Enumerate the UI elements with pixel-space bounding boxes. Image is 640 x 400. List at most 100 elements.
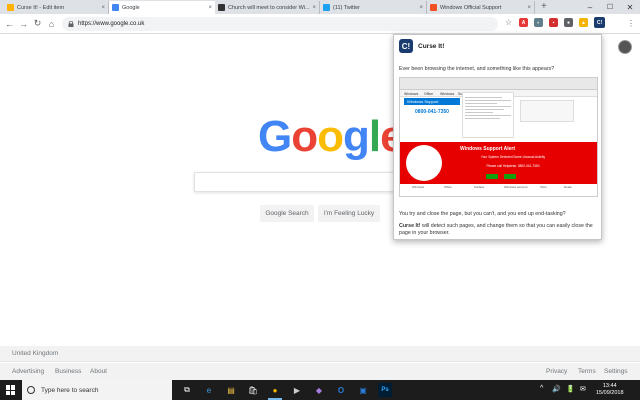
media-player-icon[interactable]: ▶: [290, 383, 304, 397]
footer-link-settings[interactable]: Settings: [604, 368, 628, 375]
example-green-button: [504, 174, 516, 179]
tab-twitter[interactable]: (11) Twitter ×: [320, 1, 427, 14]
tab-close-icon[interactable]: ×: [101, 5, 105, 11]
chrome-menu-icon[interactable]: ⋮: [627, 18, 635, 29]
extension-drive-icon[interactable]: ▲: [579, 18, 588, 27]
minimize-button[interactable]: –: [580, 0, 600, 14]
file-explorer-icon[interactable]: ▤: [224, 383, 238, 397]
feeling-lucky-button[interactable]: I'm Feeling Lucky: [318, 205, 380, 222]
example-alert-title: Windows Support Alert: [460, 146, 516, 152]
maximize-button[interactable]: ☐: [600, 0, 620, 14]
tab-favicon: [218, 4, 225, 11]
popup-paragraph-1: You try and close the page, but you can'…: [399, 211, 566, 217]
example-footer-item: Office: [444, 185, 452, 189]
taskbar-search-placeholder: Type here to search: [41, 386, 99, 394]
popup-brand-name: Curse It!: [399, 223, 421, 229]
logo-letter: l: [368, 112, 381, 161]
outlook-icon[interactable]: O: [334, 383, 348, 397]
address-bar[interactable]: https://www.google.co.uk: [62, 17, 498, 31]
task-view-icon[interactable]: ⧉: [180, 383, 194, 397]
taskbar-search-box[interactable]: Type here to search: [22, 380, 172, 400]
notification-icon[interactable]: ✉: [580, 385, 586, 393]
extension-dark-icon[interactable]: ●: [564, 18, 573, 27]
tab-close-icon[interactable]: ×: [208, 5, 212, 11]
tray-overflow-icon[interactable]: ^: [540, 385, 543, 392]
tab-favicon: [430, 4, 437, 11]
extension-circle-icon[interactable]: ◐: [534, 18, 543, 27]
google-logo: Google: [258, 112, 405, 161]
clock-time: 13:44: [602, 383, 617, 389]
extension-red-icon[interactable]: ▪: [549, 18, 558, 27]
footer-link-advertising[interactable]: Advertising: [12, 368, 44, 375]
example-footer-item: Windows account: [504, 185, 528, 189]
tab-close-icon[interactable]: ×: [419, 5, 423, 11]
popup-intro-text: Ever been browsing the internet, and som…: [399, 66, 555, 72]
chrome-taskbar-icon[interactable]: ●: [268, 383, 282, 400]
logo-letter: G: [258, 112, 292, 161]
footer-link-terms[interactable]: Terms: [578, 368, 596, 375]
footer-links: Advertising Business About Privacy Terms…: [0, 363, 640, 380]
country-label: United Kingdom: [12, 350, 59, 357]
popup-paragraph-2-text: will detect such pages, and change them …: [399, 223, 593, 236]
logo-letter: g: [343, 112, 370, 161]
example-footer-item: Xbox: [540, 185, 547, 189]
visual-studio-icon[interactable]: ◆: [312, 383, 326, 397]
example-footer: Windows Office Surface Windows account X…: [400, 184, 597, 190]
url-text: https://www.google.co.uk: [78, 21, 145, 27]
example-alert-sub1: Your System Detected Some Unusual Activi…: [480, 155, 546, 159]
windows-taskbar: Type here to search ⧉ e ▤ 🛍 ● ▶ ◆ O ▣ Ps…: [0, 380, 640, 400]
logo-letter: o: [317, 112, 344, 161]
footer-link-about[interactable]: About: [90, 368, 107, 375]
example-alert-banner: Windows Support Alert Your System Detect…: [400, 142, 597, 184]
example-side-box: [520, 100, 574, 122]
tab-close-icon[interactable]: ×: [312, 5, 316, 11]
curse-it-popup: C! Curse It! Ever been browsing the inte…: [393, 34, 602, 240]
account-avatar[interactable]: [618, 40, 632, 54]
home-button[interactable]: ⌂: [46, 18, 57, 29]
volume-icon[interactable]: 🔊: [552, 385, 561, 393]
battery-icon[interactable]: 🔋: [566, 385, 575, 393]
extension-curse-it-icon[interactable]: C!: [594, 17, 605, 28]
footer-link-business[interactable]: Business: [55, 368, 81, 375]
taskbar-clock[interactable]: 13:44 15/09/2018: [596, 383, 624, 397]
edge-icon[interactable]: e: [202, 383, 216, 397]
app-icon[interactable]: ▣: [356, 383, 370, 397]
store-icon[interactable]: 🛍: [246, 383, 260, 397]
example-support-panel: Windows Support 0800-041-7350: [404, 98, 460, 134]
example-support-bar: Windows Support: [404, 98, 460, 105]
tab-strip: Curse It! - Edit item × Google × Church …: [0, 0, 640, 14]
clock-date: 15/09/2018: [596, 390, 624, 396]
tab-favicon: [7, 4, 14, 11]
new-tab-button[interactable]: +: [541, 2, 547, 12]
tab-favicon: [323, 4, 330, 11]
lock-icon: [68, 21, 74, 27]
search-input[interactable]: [194, 172, 420, 192]
example-footer-item: Windows: [412, 185, 425, 189]
tab-google[interactable]: Google ×: [109, 1, 215, 14]
tab-curse-it-edit[interactable]: Curse It! - Edit item ×: [4, 1, 109, 14]
tab-windows-support[interactable]: Windows Official Support ×: [427, 1, 535, 14]
popup-title: Curse It!: [418, 42, 445, 50]
tab-church[interactable]: Church will meet to consider Wi... ×: [215, 1, 320, 14]
tab-title: Church will meet to consider Wi...: [228, 4, 310, 11]
cortana-icon: [27, 386, 35, 394]
photoshop-icon[interactable]: Ps: [378, 383, 392, 397]
reload-button[interactable]: ↻: [32, 18, 43, 29]
google-search-button[interactable]: Google Search: [260, 205, 314, 222]
logo-letter: o: [291, 112, 318, 161]
tab-title: Windows Official Support: [440, 4, 502, 11]
back-button[interactable]: ←: [4, 18, 15, 29]
example-alert-sub2: Please call Helpdesk: 0800-041-7350: [486, 164, 540, 168]
example-nav-item: Office: [424, 92, 434, 96]
windows-start-icon[interactable]: [6, 385, 16, 395]
example-people-image: [406, 145, 442, 181]
popup-header: C! Curse It!: [399, 39, 444, 53]
bookmark-star-icon[interactable]: ☆: [505, 19, 512, 27]
example-green-button: [486, 174, 498, 179]
footer-link-privacy[interactable]: Privacy: [546, 368, 567, 375]
footer-country: United Kingdom: [0, 346, 640, 362]
forward-button[interactable]: →: [18, 18, 29, 29]
tab-close-icon[interactable]: ×: [527, 5, 531, 11]
extension-adblock-icon[interactable]: A: [519, 18, 528, 27]
close-window-button[interactable]: ✕: [620, 0, 640, 14]
